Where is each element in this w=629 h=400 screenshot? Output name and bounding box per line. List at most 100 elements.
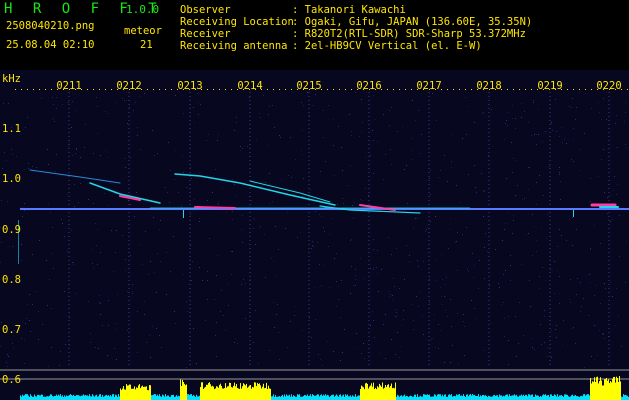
tick-dot <box>213 89 214 90</box>
activity-bar <box>449 394 450 400</box>
activity-bar <box>251 388 252 400</box>
activity-bar <box>214 389 215 400</box>
activity-bar <box>560 395 561 400</box>
activity-bar <box>178 395 179 400</box>
activity-bar <box>489 396 490 400</box>
activity-bar <box>166 396 167 400</box>
activity-bar <box>186 384 187 400</box>
activity-bar <box>610 381 611 400</box>
activity-bar <box>470 394 471 400</box>
activity-bar <box>508 396 509 400</box>
activity-bar <box>525 394 526 400</box>
activity-bar <box>232 387 233 400</box>
activity-bar <box>363 387 364 400</box>
activity-bar <box>136 387 137 400</box>
tick-dot <box>447 89 448 90</box>
activity-bar <box>425 394 426 400</box>
activity-bar <box>348 396 349 400</box>
tick-dot <box>15 89 16 90</box>
tick-dot <box>345 89 346 90</box>
activity-bar <box>289 394 290 400</box>
activity-bar <box>496 395 497 400</box>
tick-dot <box>351 89 352 90</box>
activity-bar <box>215 388 216 400</box>
activity-bar <box>589 395 590 400</box>
activity-bar <box>96 394 97 400</box>
activity-bar <box>283 396 284 400</box>
activity-bar <box>260 385 261 400</box>
activity-bar <box>84 395 85 400</box>
tick-dot <box>51 89 52 90</box>
activity-bar <box>559 395 560 400</box>
activity-bar <box>454 395 455 400</box>
activity-bar <box>153 394 154 400</box>
activity-bar <box>317 394 318 400</box>
activity-bar <box>476 396 477 400</box>
activity-bar <box>480 395 481 400</box>
activity-bar <box>377 386 378 400</box>
activity-bar <box>271 396 272 400</box>
activity-bar <box>88 396 89 400</box>
activity-bar <box>115 394 116 400</box>
activity-bar <box>272 396 273 400</box>
activity-bar <box>150 385 151 400</box>
activity-bar <box>286 394 287 400</box>
activity-bar <box>26 394 27 400</box>
activity-bar <box>624 395 625 400</box>
activity-bar <box>57 395 58 400</box>
activity-bar <box>463 394 464 400</box>
activity-bar <box>512 395 513 400</box>
activity-bar <box>303 395 304 400</box>
activity-bar <box>602 385 603 400</box>
activity-bar <box>321 394 322 400</box>
activity-bar <box>333 394 334 400</box>
activity-bar <box>583 394 584 400</box>
tick-dot <box>45 89 46 90</box>
activity-bar <box>252 386 253 400</box>
activity-bar <box>262 386 263 400</box>
activity-bar <box>484 395 485 400</box>
activity-bar <box>42 394 43 400</box>
activity-bar <box>299 394 300 400</box>
activity-bar <box>293 395 294 400</box>
time-label: 0216 <box>356 80 382 92</box>
activity-bar <box>256 386 257 400</box>
activity-bar <box>266 382 267 400</box>
activity-bar <box>566 394 567 400</box>
activity-bar <box>460 395 461 400</box>
activity-bar <box>249 385 250 400</box>
activity-bar <box>424 394 425 400</box>
activity-bar <box>464 395 465 400</box>
activity-bar <box>93 395 94 400</box>
activity-bar <box>64 395 65 400</box>
activity-bar <box>167 395 168 400</box>
activity-bar <box>462 395 463 400</box>
activity-bar <box>140 388 141 400</box>
activity-bar <box>336 394 337 400</box>
activity-bar <box>37 394 38 400</box>
tick-dot <box>291 89 292 90</box>
file-name: 2508040210.png <box>6 20 95 32</box>
activity-bar <box>56 394 57 400</box>
activity-bar <box>620 381 621 400</box>
activity-bar <box>564 394 565 400</box>
activity-bar <box>343 394 344 400</box>
activity-bar <box>322 395 323 400</box>
activity-bar <box>34 394 35 400</box>
activity-bar <box>243 383 244 400</box>
activity-bar <box>188 394 189 400</box>
activity-bar <box>423 394 424 400</box>
activity-bar <box>305 395 306 400</box>
activity-bar <box>331 395 332 400</box>
activity-bar <box>168 395 169 400</box>
activity-bar <box>436 396 437 400</box>
activity-bar <box>516 394 517 400</box>
activity-bar <box>417 394 418 400</box>
activity-bar <box>311 396 312 400</box>
tick-dot <box>165 89 166 90</box>
activity-bar <box>367 383 368 400</box>
freq-label: 0.8 <box>2 274 21 286</box>
info-observer: Observer: Takanori Kawachi <box>180 4 406 16</box>
activity-bar <box>99 394 100 400</box>
activity-bar <box>134 386 135 400</box>
